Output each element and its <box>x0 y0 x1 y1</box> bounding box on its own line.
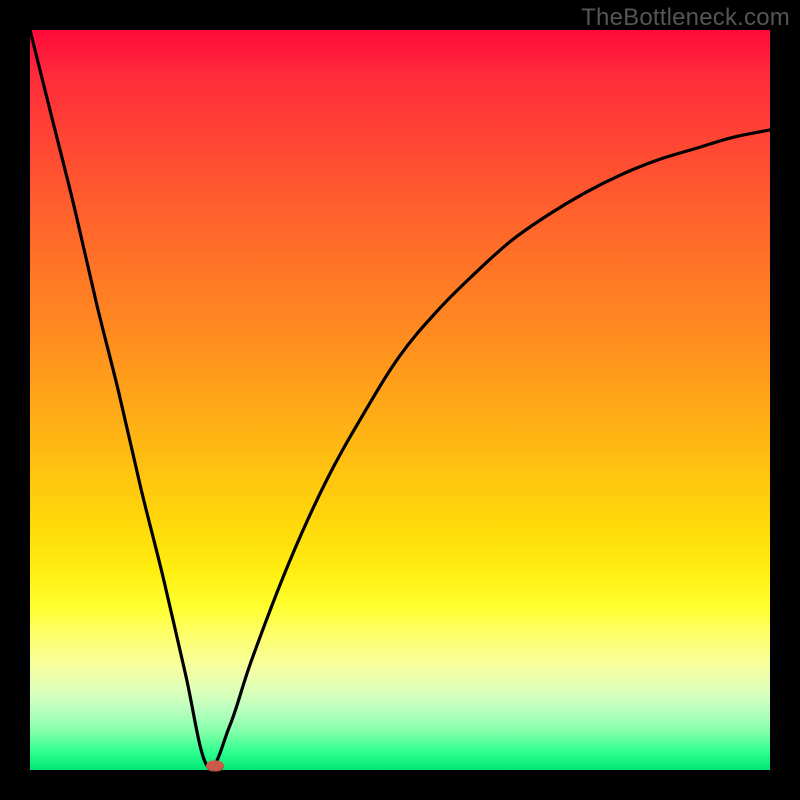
minimum-marker <box>206 761 224 772</box>
watermark-text: TheBottleneck.com <box>581 4 790 32</box>
curve-svg <box>30 30 770 770</box>
chart-frame: TheBottleneck.com <box>0 0 800 800</box>
plot-area <box>30 30 770 770</box>
bottleneck-curve-line <box>30 30 770 768</box>
